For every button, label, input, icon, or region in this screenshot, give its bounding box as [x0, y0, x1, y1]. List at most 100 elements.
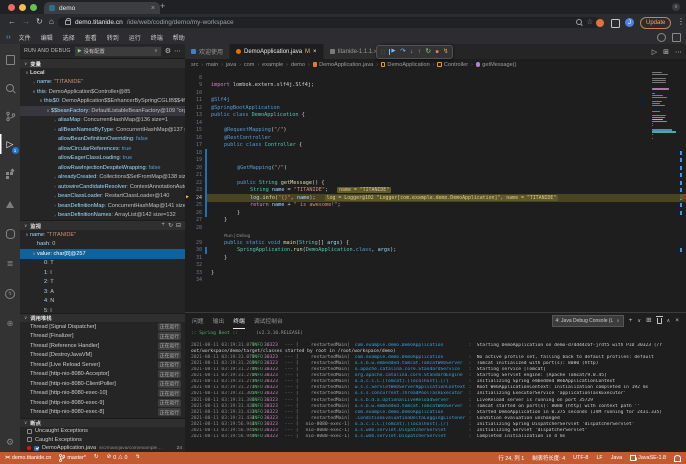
gutter[interactable]: ▶24	[185, 195, 205, 201]
breadcrumb-item[interactable]: src	[191, 62, 198, 68]
thread-row[interactable]: Thread [DestroyJavaVM]正在运行	[20, 351, 185, 361]
globe-icon[interactable]: ⊕	[0, 314, 20, 334]
tab-close-icon[interactable]: ×	[313, 49, 317, 55]
menu-item[interactable]: 帮助	[168, 33, 190, 42]
breadcrumb[interactable]: src›main›java›com›example›demo›DemoAppli…	[185, 59, 686, 70]
thread-row[interactable]: Thread [http-nio-8080-Acceptor]正在运行	[20, 370, 185, 380]
thread-row[interactable]: Thread [Finalizer]正在运行	[20, 332, 185, 342]
breadcrumb-item[interactable]: DemoApplication	[387, 62, 429, 68]
reload-icon[interactable]: ↻	[36, 18, 43, 26]
remote-indicator[interactable]: >< demo.titanide.cn	[5, 455, 51, 461]
menu-item[interactable]: 编辑	[36, 33, 58, 42]
watch-section-header[interactable]: ∨ 监视 + ↻ ⊟	[20, 220, 185, 230]
breadcrumb-item[interactable]: getMessage()	[482, 62, 516, 68]
gutter[interactable]: 10	[185, 90, 205, 96]
step-out-icon[interactable]: ↑	[418, 49, 421, 56]
breakpoints-list[interactable]: Uncaught ExceptionsCaught ExceptionsDemo…	[20, 427, 185, 452]
variable-row[interactable]: ∨Local	[20, 68, 185, 78]
encoding[interactable]: UTF-8	[573, 455, 588, 461]
panel-tab[interactable]: 问题	[192, 313, 204, 329]
browser-menu-icon[interactable]: ⋮	[677, 18, 685, 26]
variable-row[interactable]: ∨this$0:DemoApplication$$EnhancerBySprin…	[20, 97, 185, 107]
variable-row[interactable]: allowRawInjectionDespiteWrapping:false	[20, 163, 185, 173]
debug-config-dropdown[interactable]: ▶ 没有配置 ∨	[74, 46, 162, 57]
gutter[interactable]: 22	[185, 180, 205, 186]
stop-icon[interactable]: ■	[435, 50, 438, 55]
panel-tab[interactable]: 调试控制台	[254, 313, 283, 329]
gutter[interactable]: 9	[185, 82, 205, 88]
window-close-button[interactable]	[8, 4, 15, 11]
variables-section-header[interactable]: ∨ 变量	[20, 58, 185, 68]
sidebar-more-icon[interactable]: ⋯	[174, 48, 181, 55]
gutter[interactable]: 15	[185, 127, 205, 133]
step-over-icon[interactable]: ↷	[400, 49, 405, 56]
refresh-watch-icon[interactable]: ↻	[168, 222, 173, 229]
breadcrumb-item[interactable]: java	[226, 62, 236, 68]
add-watch-icon[interactable]: +	[161, 222, 165, 229]
extensions-puzzle-icon[interactable]	[611, 19, 620, 28]
start-debug-icon[interactable]: ▶	[78, 49, 82, 54]
variable-row[interactable]: 1:I	[20, 268, 185, 278]
java-runtime[interactable]: JavaSE-1.8	[630, 455, 666, 461]
breadcrumb-item[interactable]: DemoApplication.java	[319, 62, 373, 68]
gutter[interactable]: 21	[185, 172, 205, 178]
menu-item[interactable]: 终端	[146, 33, 168, 42]
gutter[interactable]: 34	[185, 277, 205, 283]
variable-row[interactable]: ›allBeanNamesByType:ConcurrentHashMap@13…	[20, 125, 185, 135]
tab-demoapplication[interactable]: DemoApplication.java M ×	[230, 44, 324, 59]
variable-row[interactable]: ∨value:char[8]@257	[20, 249, 185, 259]
variables-tree[interactable]: ∨Local›name:"TITANIDE"∨this:DemoApplicat…	[20, 68, 185, 220]
variable-row[interactable]: 2:T	[20, 278, 185, 288]
address-bar[interactable]: demo.titanide.cn/ide/web/coding/demo/my-…	[58, 17, 600, 29]
gutter[interactable]: 11	[185, 97, 205, 103]
breakpoint-row[interactable]: Uncaught Exceptions	[20, 427, 185, 436]
breakpoint-row[interactable]: DemoApplication.javasrc/main/java/com/ex…	[20, 444, 185, 452]
gutter[interactable]: 26	[185, 210, 205, 216]
variable-row[interactable]: ›beanClassLoader:RestartClassLoader@140	[20, 192, 185, 202]
split-editor-icon[interactable]: ⊞	[663, 48, 669, 56]
menu-item[interactable]: 文件	[14, 33, 36, 42]
tab-titanide[interactable]: titanide-1.1.1.x	[324, 44, 384, 59]
spring-boot-icon[interactable]: ↯	[0, 284, 20, 304]
test-beaker-icon[interactable]	[0, 194, 20, 214]
breakpoint-row[interactable]: Caught Exceptions	[20, 436, 185, 445]
gutter[interactable]: 27	[185, 217, 205, 223]
gutter[interactable]: 18	[185, 150, 205, 156]
port-forward-icon[interactable]: ↯	[135, 455, 140, 461]
profile-avatar[interactable]: J	[625, 18, 634, 27]
indentation[interactable]: 制表符长度: 4	[532, 454, 565, 462]
window-minimize-button[interactable]	[19, 4, 26, 11]
variable-row[interactable]: 4:N	[20, 297, 185, 307]
collapse-watch-icon[interactable]: ⊟	[176, 222, 181, 229]
terminal-select[interactable]: 4: Java Debug Console (L ∨	[552, 315, 624, 327]
breadcrumb-item[interactable]: Controller	[444, 62, 468, 68]
search-icon[interactable]	[0, 78, 20, 98]
editor-more-icon[interactable]: ⋯	[675, 48, 682, 56]
zoom-icon[interactable]	[576, 19, 582, 25]
gutter[interactable]: 33	[185, 270, 205, 276]
variable-row[interactable]: 0:T	[20, 259, 185, 269]
gutter[interactable]: 13	[185, 112, 205, 118]
sync-icon[interactable]: ↻	[94, 455, 99, 461]
breadcrumb-item[interactable]: com	[244, 62, 255, 68]
overview-ruler[interactable]	[680, 70, 686, 312]
notifications-bell-icon[interactable]	[674, 455, 681, 461]
variable-row[interactable]: ∨this:DemoApplication$Controller@85	[20, 87, 185, 97]
restart-icon[interactable]: ↻	[426, 49, 431, 56]
callstack-list[interactable]: Thread [Signal Dispatcher]正在运行Thread [Fi…	[20, 322, 185, 418]
menu-item[interactable]: 运行	[124, 33, 146, 42]
gutter[interactable]: 19	[185, 157, 205, 163]
thread-row[interactable]: Thread [http-nio-8080-exec-8]正在运行	[20, 408, 185, 418]
hot-code-replace-icon[interactable]: ↯	[443, 49, 448, 56]
git-branch[interactable]: master*	[59, 454, 86, 462]
variable-row[interactable]: allowCircularReferences:true	[20, 144, 185, 154]
variable-row[interactable]: allowBeanDefinitionOverriding:false	[20, 135, 185, 145]
run-and-debug-icon[interactable]: ▷1	[0, 134, 20, 154]
terminal-output[interactable]: :: Spring Boot :: (v2.3.10.RELEASE) 2021…	[191, 330, 683, 450]
gutter[interactable]: 29	[185, 240, 205, 246]
watch-tree[interactable]: ∨name:"TITANIDE"hash:0∨value:char[8]@257…	[20, 230, 185, 313]
extensions-icon[interactable]	[0, 164, 20, 184]
home-icon[interactable]: ⌂	[49, 18, 54, 26]
breadcrumb-item[interactable]: example	[262, 62, 283, 68]
tab-welcome[interactable]: 欢迎使用	[185, 44, 230, 59]
